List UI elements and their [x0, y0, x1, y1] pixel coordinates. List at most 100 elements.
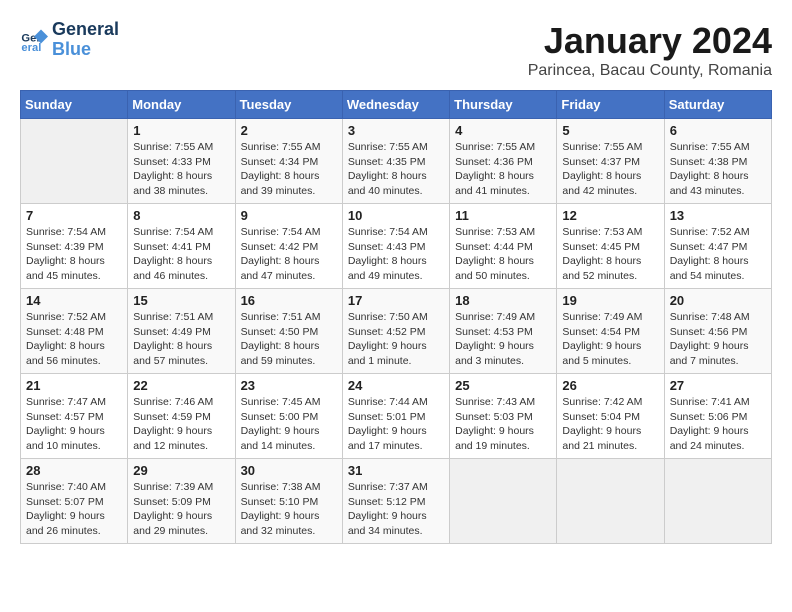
- calendar-cell: 17Sunrise: 7:50 AM Sunset: 4:52 PM Dayli…: [342, 289, 449, 374]
- day-number: 1: [133, 123, 229, 138]
- calendar-cell: 28 Sunrise: 7:40 AM Sunset: 5:07 PM Dayli…: [21, 459, 128, 544]
- weekday-header-friday: Friday: [557, 91, 664, 119]
- weekday-header-saturday: Saturday: [664, 91, 771, 119]
- day-info: Sunrise: 7:49 AM Sunset: 4:53 PM Dayligh…: [455, 310, 551, 369]
- weekday-header-monday: Monday: [128, 91, 235, 119]
- day-number: 18: [455, 293, 551, 308]
- calendar-cell: 15 Sunrise: 7:51 AM Sunset: 4:49 PM Dayli…: [128, 289, 235, 374]
- calendar-cell: 10Sunrise: 7:54 AM Sunset: 4:43 PM Dayli…: [342, 204, 449, 289]
- calendar-cell: 5 Sunrise: 7:55 AM Sunset: 4:37 PM Daylig…: [557, 119, 664, 204]
- calendar-cell: [21, 119, 128, 204]
- day-info: Sunrise: 7:54 AM Sunset: 4:42 PM Dayligh…: [241, 225, 337, 284]
- calendar-cell: [450, 459, 557, 544]
- calendar-cell: 2Sunrise: 7:55 AM Sunset: 4:34 PM Daylig…: [235, 119, 342, 204]
- day-number: 28: [26, 463, 122, 478]
- calendar-cell: 13 Sunrise: 7:52 AM Sunset: 4:47 PM Dayli…: [664, 204, 771, 289]
- day-number: 21: [26, 378, 122, 393]
- calendar-cell: [557, 459, 664, 544]
- day-number: 17: [348, 293, 444, 308]
- day-info: Sunrise: 7:39 AM Sunset: 5:09 PM Dayligh…: [133, 480, 229, 539]
- day-info: Sunrise: 7:52 AM Sunset: 4:48 PM Dayligh…: [26, 310, 122, 369]
- day-number: 19: [562, 293, 658, 308]
- day-info: Sunrise: 7:42 AM Sunset: 5:04 PM Dayligh…: [562, 395, 658, 454]
- day-info: Sunrise: 7:53 AM Sunset: 4:45 PM Dayligh…: [562, 225, 658, 284]
- day-number: 11: [455, 208, 551, 223]
- day-number: 12: [562, 208, 658, 223]
- weekday-header-thursday: Thursday: [450, 91, 557, 119]
- calendar-cell: 24 Sunrise: 7:44 AM Sunset: 5:01 PM Dayli…: [342, 374, 449, 459]
- calendar-cell: 29 Sunrise: 7:39 AM Sunset: 5:09 PM Dayli…: [128, 459, 235, 544]
- day-number: 14: [26, 293, 122, 308]
- day-info: Sunrise: 7:45 AM Sunset: 5:00 PM Dayligh…: [241, 395, 337, 454]
- calendar-week-3: 14 Sunrise: 7:52 AM Sunset: 4:48 PM Dayli…: [21, 289, 772, 374]
- calendar-week-5: 28 Sunrise: 7:40 AM Sunset: 5:07 PM Dayli…: [21, 459, 772, 544]
- day-info: Sunrise: 7:49 AM Sunset: 4:54 PM Dayligh…: [562, 310, 658, 369]
- location-title: Parincea, Bacau County, Romania: [528, 62, 772, 80]
- day-info: Sunrise: 7:55 AM Sunset: 4:33 PM Dayligh…: [133, 140, 229, 199]
- calendar-cell: 27 Sunrise: 7:41 AM Sunset: 5:06 PM Dayli…: [664, 374, 771, 459]
- calendar-cell: 23 Sunrise: 7:45 AM Sunset: 5:00 PM Dayli…: [235, 374, 342, 459]
- title-area: January 2024 Parincea, Bacau County, Rom…: [528, 20, 772, 80]
- logo: Gen eral General Blue: [20, 20, 119, 60]
- day-info: Sunrise: 7:41 AM Sunset: 5:06 PM Dayligh…: [670, 395, 766, 454]
- day-number: 8: [133, 208, 229, 223]
- day-number: 22: [133, 378, 229, 393]
- day-number: 23: [241, 378, 337, 393]
- day-number: 20: [670, 293, 766, 308]
- calendar-cell: 19 Sunrise: 7:49 AM Sunset: 4:54 PM Dayli…: [557, 289, 664, 374]
- calendar-table: SundayMondayTuesdayWednesdayThursdayFrid…: [20, 90, 772, 544]
- day-number: 25: [455, 378, 551, 393]
- day-number: 26: [562, 378, 658, 393]
- day-info: Sunrise: 7:54 AM Sunset: 4:39 PM Dayligh…: [26, 225, 122, 284]
- day-number: 29: [133, 463, 229, 478]
- day-info: Sunrise: 7:51 AM Sunset: 4:49 PM Dayligh…: [133, 310, 229, 369]
- day-info: Sunrise: 7:55 AM Sunset: 4:37 PM Dayligh…: [562, 140, 658, 199]
- day-number: 6: [670, 123, 766, 138]
- calendar-week-2: 7 Sunrise: 7:54 AM Sunset: 4:39 PM Daylig…: [21, 204, 772, 289]
- day-info: Sunrise: 7:40 AM Sunset: 5:07 PM Dayligh…: [26, 480, 122, 539]
- header: Gen eral General Blue January 2024 Parin…: [20, 20, 772, 80]
- calendar-cell: 30Sunrise: 7:38 AM Sunset: 5:10 PM Dayli…: [235, 459, 342, 544]
- day-number: 13: [670, 208, 766, 223]
- day-info: Sunrise: 7:44 AM Sunset: 5:01 PM Dayligh…: [348, 395, 444, 454]
- day-info: Sunrise: 7:55 AM Sunset: 4:36 PM Dayligh…: [455, 140, 551, 199]
- day-info: Sunrise: 7:43 AM Sunset: 5:03 PM Dayligh…: [455, 395, 551, 454]
- day-number: 27: [670, 378, 766, 393]
- calendar-cell: 21 Sunrise: 7:47 AM Sunset: 4:57 PM Dayli…: [21, 374, 128, 459]
- month-title: January 2024: [528, 20, 772, 62]
- day-info: Sunrise: 7:51 AM Sunset: 4:50 PM Dayligh…: [241, 310, 337, 369]
- calendar-cell: 26 Sunrise: 7:42 AM Sunset: 5:04 PM Dayli…: [557, 374, 664, 459]
- calendar-cell: 7 Sunrise: 7:54 AM Sunset: 4:39 PM Daylig…: [21, 204, 128, 289]
- calendar-cell: 8 Sunrise: 7:54 AM Sunset: 4:41 PM Daylig…: [128, 204, 235, 289]
- day-info: Sunrise: 7:47 AM Sunset: 4:57 PM Dayligh…: [26, 395, 122, 454]
- day-info: Sunrise: 7:38 AM Sunset: 5:10 PM Dayligh…: [241, 480, 337, 539]
- day-info: Sunrise: 7:55 AM Sunset: 4:35 PM Dayligh…: [348, 140, 444, 199]
- day-number: 7: [26, 208, 122, 223]
- calendar-cell: 20Sunrise: 7:48 AM Sunset: 4:56 PM Dayli…: [664, 289, 771, 374]
- day-info: Sunrise: 7:52 AM Sunset: 4:47 PM Dayligh…: [670, 225, 766, 284]
- day-number: 2: [241, 123, 337, 138]
- weekday-header-tuesday: Tuesday: [235, 91, 342, 119]
- day-number: 5: [562, 123, 658, 138]
- day-number: 3: [348, 123, 444, 138]
- day-info: Sunrise: 7:54 AM Sunset: 4:43 PM Dayligh…: [348, 225, 444, 284]
- calendar-cell: 16Sunrise: 7:51 AM Sunset: 4:50 PM Dayli…: [235, 289, 342, 374]
- day-info: Sunrise: 7:46 AM Sunset: 4:59 PM Dayligh…: [133, 395, 229, 454]
- calendar-cell: 22 Sunrise: 7:46 AM Sunset: 4:59 PM Dayli…: [128, 374, 235, 459]
- weekday-header-wednesday: Wednesday: [342, 91, 449, 119]
- day-info: Sunrise: 7:54 AM Sunset: 4:41 PM Dayligh…: [133, 225, 229, 284]
- day-number: 24: [348, 378, 444, 393]
- calendar-header: SundayMondayTuesdayWednesdayThursdayFrid…: [21, 91, 772, 119]
- calendar-cell: 12 Sunrise: 7:53 AM Sunset: 4:45 PM Dayli…: [557, 204, 664, 289]
- day-info: Sunrise: 7:55 AM Sunset: 4:38 PM Dayligh…: [670, 140, 766, 199]
- svg-text:eral: eral: [21, 42, 41, 54]
- day-info: Sunrise: 7:37 AM Sunset: 5:12 PM Dayligh…: [348, 480, 444, 539]
- day-number: 9: [241, 208, 337, 223]
- calendar-week-1: 1 Sunrise: 7:55 AM Sunset: 4:33 PM Daylig…: [21, 119, 772, 204]
- logo-icon: Gen eral: [20, 26, 48, 54]
- day-number: 4: [455, 123, 551, 138]
- weekday-header-sunday: Sunday: [21, 91, 128, 119]
- calendar-cell: 9 Sunrise: 7:54 AM Sunset: 4:42 PM Daylig…: [235, 204, 342, 289]
- day-number: 15: [133, 293, 229, 308]
- calendar-week-4: 21 Sunrise: 7:47 AM Sunset: 4:57 PM Dayli…: [21, 374, 772, 459]
